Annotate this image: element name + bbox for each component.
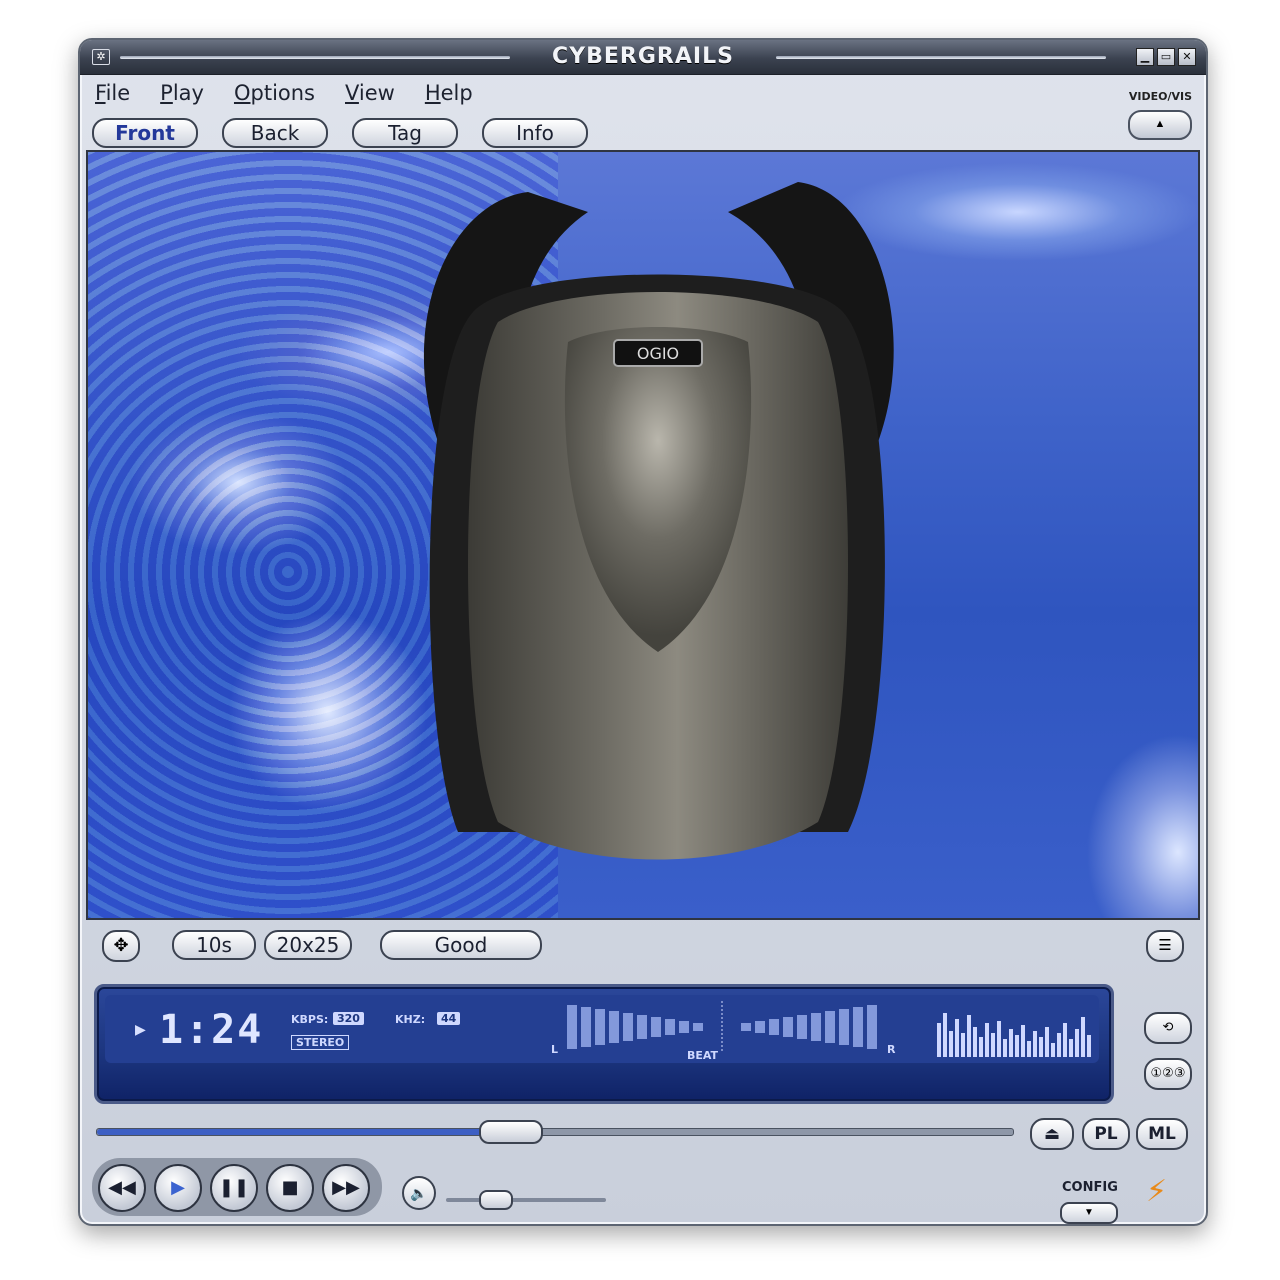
move-icon[interactable]: ✥ bbox=[102, 930, 140, 962]
view-tabs: Front Back Tag Info bbox=[92, 118, 588, 148]
menu-help-rest: elp bbox=[440, 81, 473, 105]
options-menu-icon[interactable]: ☰ bbox=[1146, 930, 1184, 962]
backpack-logo-text: OGIO bbox=[637, 344, 679, 363]
previous-button[interactable]: ◀◀ bbox=[98, 1164, 146, 1212]
title-stripe-left bbox=[120, 56, 510, 59]
config-label: CONFIG bbox=[1062, 1180, 1118, 1195]
stop-icon: ■ bbox=[281, 1177, 299, 1198]
pause-button[interactable]: ❚❚ bbox=[210, 1164, 258, 1212]
backpack-image: OGIO bbox=[423, 182, 894, 860]
stop-button[interactable]: ■ bbox=[266, 1164, 314, 1212]
media-library-button[interactable]: ML bbox=[1136, 1118, 1188, 1150]
maximize-icon[interactable]: ▭ bbox=[1157, 48, 1175, 66]
system-menu-icon[interactable]: ✲ bbox=[92, 49, 110, 65]
config-button[interactable]: ▼ bbox=[1060, 1202, 1118, 1224]
lightning-bolt-icon: ⚡ bbox=[1146, 1174, 1168, 1209]
shuffle-icon: ①②③ bbox=[1150, 1066, 1186, 1081]
next-icon: ▶▶ bbox=[332, 1177, 360, 1198]
playlist-button[interactable]: PL bbox=[1082, 1118, 1130, 1150]
duration-button[interactable]: 10s bbox=[172, 930, 256, 960]
menu-play-rest: lay bbox=[172, 81, 204, 105]
shuffle-button[interactable]: ①②③ bbox=[1144, 1058, 1192, 1090]
minimize-icon[interactable]: ▁ bbox=[1136, 48, 1154, 66]
repeat-button[interactable]: ⟲ bbox=[1144, 1012, 1192, 1044]
right-channel-label: R bbox=[887, 1043, 896, 1056]
kbps-label: KBPS: bbox=[291, 1013, 329, 1026]
eject-up-icon: ▲ bbox=[1154, 118, 1166, 130]
condition-button[interactable]: Good bbox=[380, 930, 542, 960]
play-icon: ▶ bbox=[171, 1177, 185, 1198]
pause-icon: ❚❚ bbox=[218, 1177, 250, 1198]
stereo-indicator: STEREO bbox=[291, 1035, 350, 1050]
repeat-icon: ⟲ bbox=[1162, 1020, 1174, 1035]
beat-visualizer bbox=[567, 1001, 877, 1051]
kbps-value: 320 bbox=[333, 1012, 364, 1025]
tab-tag[interactable]: Tag bbox=[352, 118, 458, 148]
tab-back[interactable]: Back bbox=[222, 118, 328, 148]
left-channel-label: L bbox=[551, 1043, 559, 1056]
play-indicator-icon: ▶ bbox=[135, 1021, 146, 1037]
eject-icon: ⏏ bbox=[1043, 1124, 1061, 1144]
khz-label: KHZ: bbox=[395, 1013, 426, 1026]
video-area[interactable]: OGIO bbox=[86, 150, 1200, 920]
volume-slider-track[interactable] bbox=[446, 1198, 606, 1202]
title-stripe-right bbox=[776, 56, 1106, 59]
next-button[interactable]: ▶▶ bbox=[322, 1164, 370, 1212]
transport-controls: ◀◀ ▶ ❚❚ ■ ▶▶ bbox=[92, 1158, 382, 1216]
window-title: CYBERGRAILS bbox=[552, 44, 734, 69]
size-button[interactable]: 20x25 bbox=[264, 930, 352, 960]
seek-bar-fill bbox=[97, 1129, 510, 1135]
display-panel: ▶ 1:24 KBPS: 320 KHZ: 44 STEREO L BEAT R bbox=[105, 995, 1099, 1063]
seek-bar[interactable] bbox=[96, 1120, 1014, 1144]
eject-button[interactable]: ⏏ bbox=[1030, 1118, 1074, 1150]
tab-info[interactable]: Info bbox=[482, 118, 588, 148]
title-bar[interactable]: ✲ CYBERGRAILS ▁ ▭ ✕ bbox=[80, 40, 1206, 75]
chevron-down-icon: ▼ bbox=[1084, 1207, 1094, 1218]
menu-file[interactable]: File bbox=[80, 76, 145, 110]
menu-options[interactable]: Options bbox=[219, 76, 330, 110]
spectrum-analyzer bbox=[937, 1013, 1091, 1057]
menu-options-rest: ptions bbox=[250, 81, 316, 105]
player-display: ▶ 1:24 KBPS: 320 KHZ: 44 STEREO L BEAT R bbox=[94, 984, 1114, 1104]
menu-help[interactable]: Help bbox=[410, 76, 488, 110]
previous-icon: ◀◀ bbox=[108, 1177, 136, 1198]
khz-value: 44 bbox=[437, 1012, 461, 1025]
menu-file-rest: ile bbox=[105, 81, 131, 105]
beat-label: BEAT bbox=[687, 1049, 719, 1062]
video-vis-toggle-button[interactable]: ▲ bbox=[1128, 110, 1192, 140]
menu-view[interactable]: View bbox=[330, 76, 410, 110]
player-window: ✲ CYBERGRAILS ▁ ▭ ✕ File Play Options Vi… bbox=[78, 38, 1208, 1226]
volume-slider-thumb[interactable] bbox=[479, 1190, 513, 1210]
menu-bar: File Play Options View Help bbox=[80, 76, 488, 110]
tab-front[interactable]: Front bbox=[92, 118, 198, 148]
menu-play[interactable]: Play bbox=[145, 76, 219, 110]
time-display[interactable]: 1:24 bbox=[159, 1007, 263, 1053]
play-button[interactable]: ▶ bbox=[154, 1164, 202, 1212]
close-icon[interactable]: ✕ bbox=[1178, 48, 1196, 66]
volume-icon[interactable]: 🔈 bbox=[402, 1176, 436, 1210]
menu-view-rest: iew bbox=[358, 81, 395, 105]
video-controls-strip: ✥ 10s 20x25 Good ☰ bbox=[80, 924, 1206, 964]
seek-bar-thumb[interactable] bbox=[479, 1120, 544, 1144]
video-vis-label: VIDEO/VIS bbox=[1128, 90, 1192, 103]
